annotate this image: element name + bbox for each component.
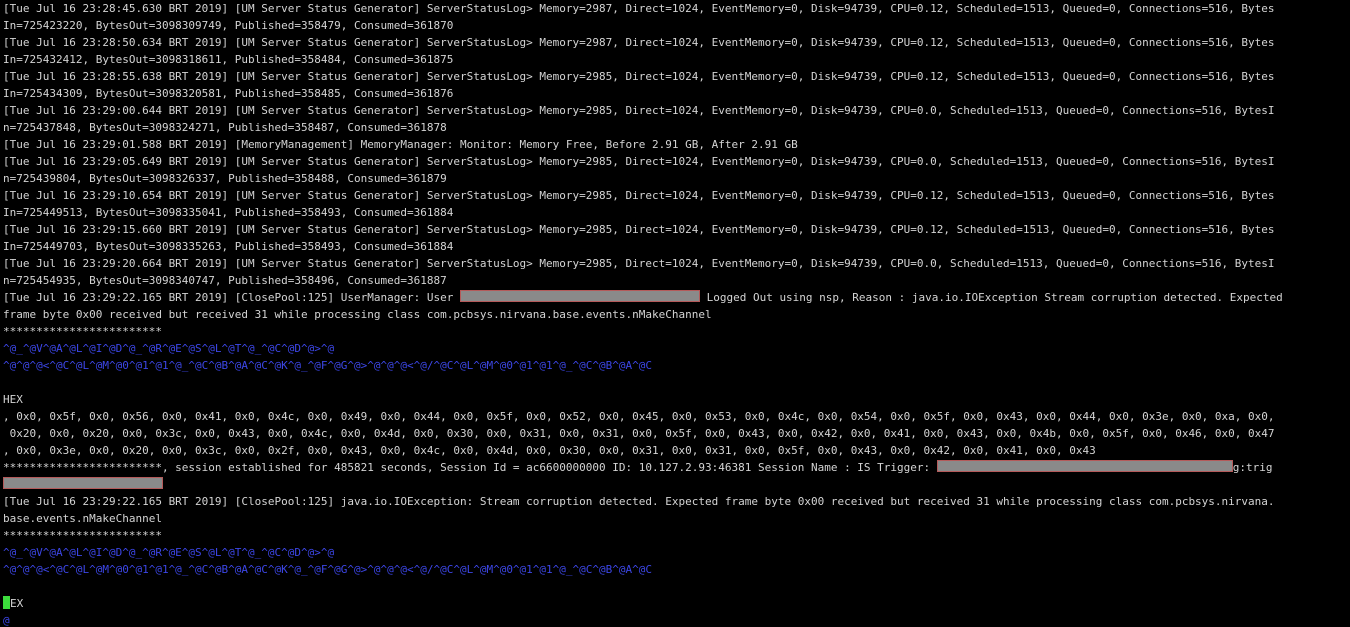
session-prefix: ************************, session establ… xyxy=(3,461,937,474)
logout-line-cont: frame byte 0x00 received but received 31… xyxy=(3,308,712,321)
log-line: n=725454935, BytesOut=3098340747, Publis… xyxy=(3,274,447,287)
log-line: [Tue Jul 16 23:28:50.634 BRT 2019] [UM S… xyxy=(3,36,1275,49)
log-line: In=725434309, BytesOut=3098320581, Publi… xyxy=(3,87,454,100)
hex-label-with-cursor: EX xyxy=(3,595,1350,612)
redacted-session-name-cont xyxy=(3,477,163,489)
stars-separator: ************************ xyxy=(3,529,162,542)
control-chars-line: ^@^@^@<^@C^@L^@M^@0^@1^@1^@_^@C^@B^@A^@C… xyxy=(3,563,653,576)
log-line: [Tue Jul 16 23:29:10.654 BRT 2019] [UM S… xyxy=(3,189,1275,202)
stars-separator: ************************ xyxy=(3,325,162,338)
session-suffix: g:trig xyxy=(1232,461,1273,474)
log-line: [Tue Jul 16 23:29:05.649 BRT 2019] [UM S… xyxy=(3,155,1275,168)
log-line: [Tue Jul 16 23:29:15.660 BRT 2019] [UM S… xyxy=(3,223,1275,236)
log-line: n=725439804, BytesOut=3098326337, Publis… xyxy=(3,172,447,185)
log-line: In=725449703, BytesOut=3098335263, Publi… xyxy=(3,240,454,253)
logout-line: [Tue Jul 16 23:29:22.165 BRT 2019] [Clos… xyxy=(3,289,1350,306)
log-line: [Tue Jul 16 23:29:20.664 BRT 2019] [UM S… xyxy=(3,257,1275,270)
hex-label: HEX xyxy=(3,393,23,406)
logout-suffix: Logged Out using nsp, Reason : java.io.I… xyxy=(699,291,1283,304)
exception-line: [Tue Jul 16 23:29:22.165 BRT 2019] [Clos… xyxy=(3,495,1275,508)
log-line: [Tue Jul 16 23:29:01.588 BRT 2019] [Memo… xyxy=(3,138,798,151)
log-line: In=725423220, BytesOut=3098309749, Publi… xyxy=(3,19,454,32)
log-line: n=725437848, BytesOut=3098324271, Publis… xyxy=(3,121,447,134)
control-chars-line: ^@^@^@<^@C^@L^@M^@0^@1^@1^@_^@C^@B^@A^@C… xyxy=(3,359,653,372)
session-line-cont xyxy=(3,476,1350,493)
hex-line: 0x20, 0x0, 0x20, 0x0, 0x3c, 0x0, 0x43, 0… xyxy=(3,427,1275,440)
control-chars-line: ^@_^@V^@A^@L^@I^@D^@_^@R^@E^@S^@L^@T^@_^… xyxy=(3,546,335,559)
session-line: ************************, session establ… xyxy=(3,459,1350,476)
hex-line: , 0x0, 0x3e, 0x0, 0x20, 0x0, 0x3c, 0x0, … xyxy=(3,444,1096,457)
log-lines: [Tue Jul 16 23:28:45.630 BRT 2019] [UM S… xyxy=(3,0,1350,289)
terminal-window[interactable]: [Tue Jul 16 23:28:45.630 BRT 2019] [UM S… xyxy=(0,0,1350,627)
log-line: [Tue Jul 16 23:28:55.638 BRT 2019] [UM S… xyxy=(3,70,1275,83)
terminal-cursor[interactable] xyxy=(3,596,10,609)
log-line: In=725432412, BytesOut=3098318611, Publi… xyxy=(3,53,454,66)
control-chars-line: @ xyxy=(3,614,10,627)
log-line: In=725449513, BytesOut=3098335041, Publi… xyxy=(3,206,454,219)
redacted-session-name xyxy=(936,460,1233,472)
hex-label-rest: EX xyxy=(10,597,24,610)
redacted-username xyxy=(459,290,700,302)
logout-prefix: [Tue Jul 16 23:29:22.165 BRT 2019] [Clos… xyxy=(3,291,460,304)
control-chars-line: ^@_^@V^@A^@L^@I^@D^@_^@R^@E^@S^@L^@T^@_^… xyxy=(3,342,335,355)
log-line: [Tue Jul 16 23:28:45.630 BRT 2019] [UM S… xyxy=(3,2,1275,15)
exception-line-cont: base.events.nMakeChannel xyxy=(3,512,162,525)
hex-line: , 0x0, 0x5f, 0x0, 0x56, 0x0, 0x41, 0x0, … xyxy=(3,410,1275,423)
log-line: [Tue Jul 16 23:29:00.644 BRT 2019] [UM S… xyxy=(3,104,1275,117)
